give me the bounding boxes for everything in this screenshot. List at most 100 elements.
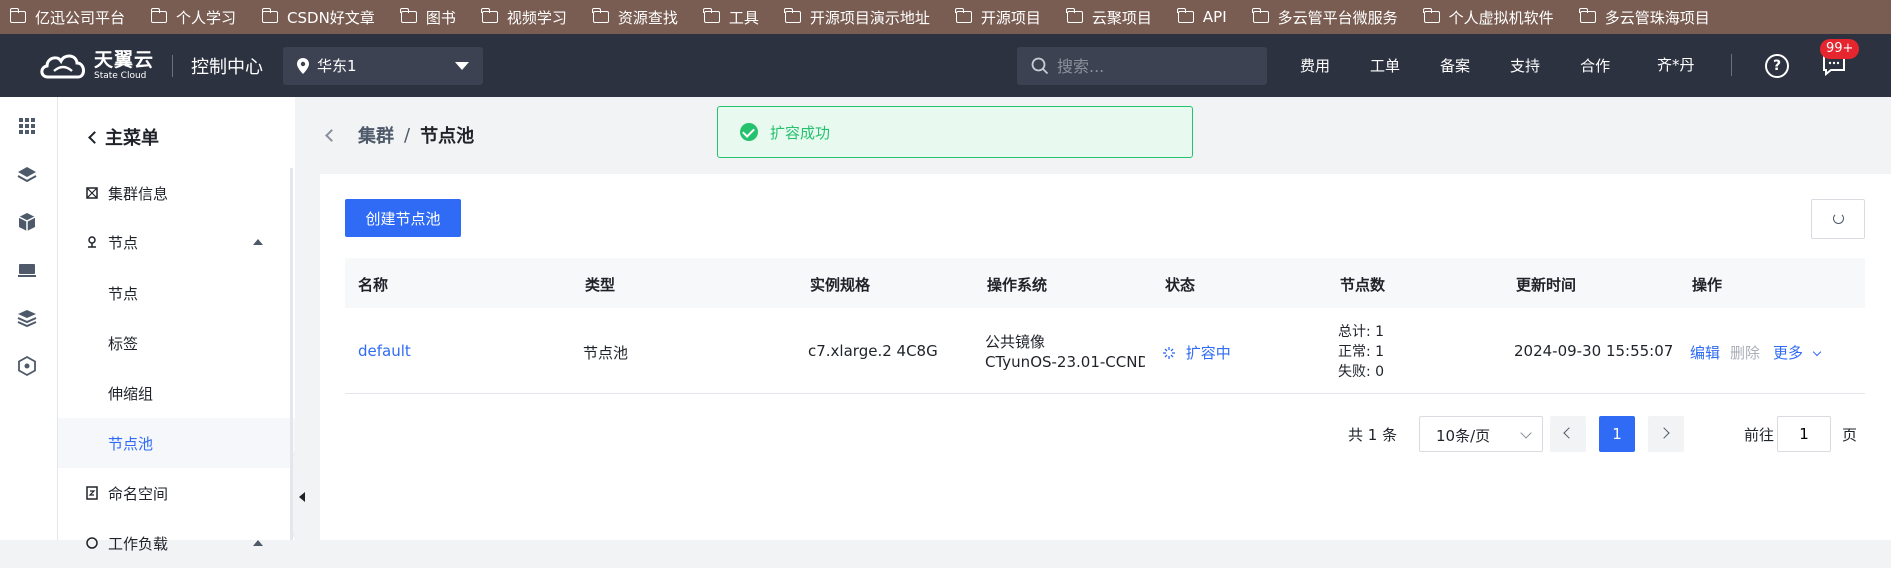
next-page-button[interactable] [1648, 416, 1684, 452]
chevron-left-icon [88, 131, 101, 144]
breadcrumb-parent[interactable]: 集群 [358, 122, 394, 148]
cloud-logo-icon [38, 49, 88, 83]
create-node-pool-button[interactable]: 创建节点池 [345, 199, 461, 237]
bookmark-folder[interactable]: 开源项目演示地址 [784, 0, 956, 34]
bookmark-folder[interactable]: API [1177, 0, 1253, 34]
logo[interactable]: 天翼云 State Cloud [38, 49, 154, 83]
back-arrow-icon[interactable] [325, 128, 338, 142]
node-count-cell: 总计: 1 正常: 1 失败: 0 [1338, 322, 1384, 382]
column-header-type: 类型 [585, 276, 616, 294]
cube-icon[interactable] [16, 211, 38, 233]
bookmark-folder[interactable]: 云聚项目 [1066, 0, 1178, 34]
folder-icon [400, 8, 417, 23]
os-image-name: CTyunOS-23.01-CCND [985, 353, 1145, 371]
table-row: default 节点池 c7.xlarge.2 4C8G 公共镜像 CTyunO… [345, 308, 1865, 394]
menu-item-namespaces[interactable]: 命名空间 [58, 468, 295, 518]
folder-icon [481, 8, 498, 23]
bookmark-folder[interactable]: 视频学习 [481, 0, 593, 34]
bookmark-folder[interactable]: 多云管平台微服务 [1252, 0, 1424, 34]
os-cell: 公共镜像 CTyunOS-23.01-CCND [985, 332, 1145, 372]
folder-icon [9, 8, 26, 23]
bookmark-folder[interactable]: 工具 [703, 0, 785, 34]
menu-item-scaling-groups[interactable]: 伸缩组 [58, 368, 295, 418]
instance-spec: c7.xlarge.2 4C8G [808, 342, 938, 360]
network-node-icon[interactable] [16, 355, 38, 377]
folder-icon [150, 8, 168, 23]
refresh-button[interactable] [1811, 199, 1865, 239]
column-header-status: 状态 [1165, 276, 1196, 294]
grid-apps-icon[interactable] [16, 115, 38, 137]
bookmark-folder[interactable]: 开源项目 [955, 0, 1067, 34]
goto-page-input[interactable] [1777, 416, 1831, 452]
nav-link-partner[interactable]: 合作 [1580, 55, 1610, 76]
more-actions-dropdown[interactable]: 更多 [1773, 342, 1822, 363]
search-box[interactable] [1017, 47, 1267, 85]
console-title[interactable]: 控制中心 [191, 53, 263, 79]
breadcrumb: 集群 / 节点池 [325, 122, 474, 148]
edit-link[interactable]: 编辑 [1690, 342, 1720, 363]
divider [172, 54, 174, 77]
collapse-sidebar-button[interactable] [292, 450, 310, 540]
node-pool-type: 节点池 [583, 344, 629, 362]
page-suffix: 页 [1842, 426, 1858, 444]
brand-name-en: State Cloud [94, 70, 147, 81]
storage-icon[interactable] [16, 259, 38, 281]
column-header-os: 操作系统 [987, 276, 1048, 294]
prev-page-button[interactable] [1550, 416, 1586, 452]
current-page-button[interactable]: 1 [1599, 416, 1635, 452]
goto-label: 前往 [1744, 426, 1775, 444]
help-icon[interactable]: ? [1765, 54, 1789, 78]
toast-message: 扩容成功 [770, 123, 831, 142]
delete-link[interactable]: 删除 [1730, 342, 1760, 363]
bookmark-folder[interactable]: 多云管珠海项目 [1579, 0, 1736, 34]
folder-icon [784, 8, 801, 23]
bookmarks-bar: 亿迅公司平台 个人学习 CSDN好文章 图书 视频学习 资源查找 工具 开源项目… [0, 0, 1891, 34]
menu-item-labels[interactable]: 标签 [58, 318, 295, 368]
region-selector[interactable]: 华东1 [283, 46, 484, 85]
nav-link-support[interactable]: 支持 [1510, 55, 1540, 76]
layers-icon[interactable] [16, 163, 38, 185]
folder-icon [261, 8, 279, 23]
menu-group-nodes[interactable]: 节点 [58, 217, 295, 267]
updated-time: 2024-09-30 15:55:07 [1514, 342, 1674, 360]
column-header-actions: 操作 [1692, 276, 1723, 294]
menu-item-node-pools[interactable]: 节点池 [58, 418, 295, 468]
check-circle-icon [740, 123, 758, 141]
page-size-value: 10条/页 [1436, 427, 1491, 445]
folder-icon [1066, 8, 1083, 23]
search-input[interactable] [1057, 56, 1247, 76]
top-navigation: 天翼云 State Cloud 控制中心 华东1 费用 工单 备案 支持 合作 … [0, 34, 1891, 97]
column-header-spec: 实例规格 [810, 276, 871, 294]
page-size-select[interactable]: 10条/页 [1419, 416, 1543, 452]
bookmark-folder[interactable]: 亿迅公司平台 [9, 0, 151, 34]
menu-item-nodes[interactable]: 节点 [58, 268, 295, 318]
loading-spinner-icon [1163, 347, 1175, 359]
node-pool-name-link[interactable]: default [358, 342, 411, 360]
node-count-failed: 失败: 0 [1338, 364, 1385, 380]
column-header-name: 名称 [358, 276, 389, 294]
folder-icon [592, 8, 609, 23]
nav-link-filing[interactable]: 备案 [1440, 55, 1470, 76]
bookmark-folder[interactable]: CSDN好文章 [261, 0, 401, 34]
bookmark-folder[interactable]: 资源查找 [592, 0, 704, 34]
brand-name: 天翼云 [94, 48, 155, 71]
nav-link-tickets[interactable]: 工单 [1370, 55, 1400, 76]
main-menu: 主菜单 集群信息 节点 节点 标签 伸缩组 节点池 命名空间 工作负载 [58, 97, 295, 553]
caret-up-icon [253, 239, 263, 245]
menu-item-cluster-info[interactable]: 集群信息 [58, 168, 295, 218]
caret-down-icon [455, 61, 470, 70]
bookmark-folder[interactable]: 个人学习 [150, 0, 262, 34]
chevron-right-icon [1658, 427, 1670, 439]
search-icon [1031, 57, 1049, 75]
location-pin-icon [297, 57, 310, 74]
more-label: 更多 [1773, 344, 1804, 362]
menu-item-workloads[interactable]: 工作负载 [58, 518, 295, 568]
database-stack-icon[interactable] [16, 307, 38, 329]
chevron-down-icon [1520, 427, 1532, 439]
menu-back[interactable]: 主菜单 [88, 124, 159, 150]
user-name[interactable]: 齐*丹 [1657, 54, 1695, 75]
bookmark-folder[interactable]: 个人虚拟机软件 [1423, 0, 1580, 34]
folder-icon [703, 8, 720, 23]
bookmark-folder[interactable]: 图书 [400, 0, 482, 34]
nav-link-billing[interactable]: 费用 [1300, 55, 1330, 76]
